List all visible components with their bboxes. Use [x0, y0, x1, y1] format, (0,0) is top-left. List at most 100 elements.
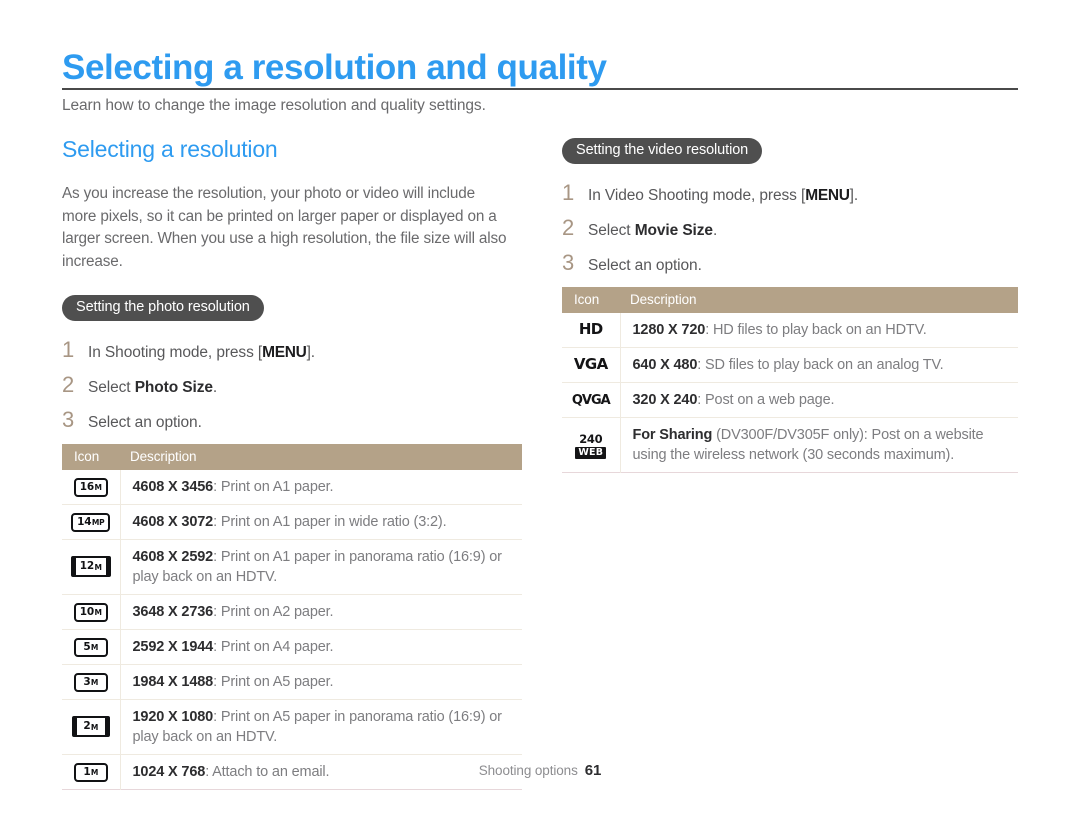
step-item: 1 In Video Shooting mode, press [MENU].	[562, 179, 1018, 205]
menu-button-key: MENU	[262, 343, 307, 361]
video-description-text: : HD files to play back on an HDTV.	[705, 321, 927, 338]
video-resolution-icon: HD	[578, 319, 603, 338]
resolution-icon-cell: 14 MP	[62, 504, 121, 540]
step-item: 3 Select an option.	[62, 406, 522, 432]
step-item: 3 Select an option.	[562, 249, 1018, 275]
table-row: VGA 640 X 480: SD files to play back on a…	[562, 347, 1018, 383]
step-emphasis: Photo Size	[134, 378, 213, 396]
for-sharing-web-icon: 240 WEB	[575, 432, 607, 460]
step-text-prefix: Select	[588, 221, 635, 239]
table-header-row: Icon Description	[62, 443, 522, 470]
video-resolution-value: 320 X 240	[632, 391, 698, 408]
step-emphasis: Movie Size	[634, 221, 713, 239]
column-header-description: Description	[120, 443, 522, 470]
pill-setting-the-photo-resolution: Setting the photo resolution	[62, 295, 264, 321]
left-column: Selecting a resolution As you increase t…	[62, 136, 522, 790]
resolution-icon-cell: 10 M	[62, 594, 121, 630]
table-row: 14 MP 4608 X 3072: Print on A1 paper in wi…	[62, 504, 522, 540]
table-row: QVGA 320 X 240: Post on a web page.	[562, 382, 1018, 418]
document-page: Selecting a resolution and quality Learn…	[0, 0, 1080, 815]
resolution-description-cell: 4608 X 2592: Print on A1 paper in panora…	[120, 539, 522, 595]
section-heading-selecting-a-resolution: Selecting a resolution	[62, 136, 278, 162]
column-header-icon: Icon	[562, 286, 620, 313]
video-resolution-value: For Sharing	[632, 426, 713, 443]
title-divider	[62, 88, 1018, 90]
footer-page-number: 61	[584, 762, 602, 779]
resolution-description-cell: 3648 X 2736: Print on A2 paper.	[120, 594, 522, 630]
video-resolution-value: 640 X 480	[632, 356, 698, 373]
photo-resolution-badge-icon: 12 M	[70, 556, 111, 578]
step-text: Select Movie Size.	[588, 222, 717, 240]
resolution-description-cell: 1984 X 1488: Print on A5 paper.	[120, 664, 522, 700]
badge-megapixel-value: 16	[79, 480, 94, 493]
column-header-icon: Icon	[62, 443, 120, 470]
badge-megapixel-unit: M	[94, 562, 102, 572]
resolution-value: 1984 X 1488	[132, 673, 214, 690]
video-resolution-icon-cell: VGA	[562, 347, 621, 383]
resolution-value: 4608 X 3456	[132, 478, 214, 495]
step-text: Select an option.	[88, 414, 202, 432]
badge-megapixel-value: 5	[83, 640, 91, 653]
table-row: 10 M 3648 X 2736: Print on A2 paper.	[62, 594, 522, 630]
badge-megapixel-value: 2	[83, 720, 91, 733]
table-row: 5 M 2592 X 1944: Print on A4 paper.	[62, 629, 522, 665]
badge-megapixel-value: 12	[79, 560, 94, 573]
resolution-icon-cell: 5M	[62, 629, 121, 665]
table-row: 240 WEB For Sharing (DV300F/DV305F only): …	[562, 417, 1018, 473]
step-text-prefix: Select an option.	[588, 256, 702, 274]
video-resolution-icon-cell: QVGA	[562, 382, 621, 418]
step-number: 3	[562, 249, 575, 275]
section-body-text: As you increase the resolution, your pho…	[62, 185, 507, 270]
page-intro-text: Learn how to change the image resolution…	[62, 97, 486, 114]
video-description-cell: 1280 X 720: HD files to play back on an …	[620, 312, 1018, 348]
badge-megapixel-unit: M	[90, 722, 99, 732]
resolution-description-cell: 1920 X 1080: Print on A5 paper in panora…	[120, 699, 522, 755]
resolution-description-text: : Print on A1 paper in wide ratio (3:2).	[213, 513, 447, 530]
badge-megapixel-unit: M	[90, 643, 99, 653]
step-number: 1	[562, 179, 575, 205]
step-text-suffix: ].	[306, 343, 316, 361]
badge-megapixel-value: 14	[77, 515, 92, 528]
resolution-icon-cell: 12 M	[62, 539, 121, 595]
table-row: 3 M 1984 X 1488: Print on A5 paper.	[62, 664, 522, 700]
step-number: 3	[62, 406, 75, 432]
step-text: Select Photo Size.	[88, 379, 217, 397]
photo-resolution-badge-icon: 14 MP	[71, 512, 111, 532]
video-description-cell: For Sharing (DV300F/DV305F only): Post o…	[620, 417, 1018, 472]
badge-megapixel-value: 3	[83, 675, 91, 688]
photo-resolution-steps: 1 In Shooting mode, press [MENU]. 2 Select …	[62, 338, 522, 432]
web-icon-resolution-label: 240	[579, 432, 603, 447]
step-text-prefix: In Video Shooting mode, press [	[588, 186, 806, 204]
resolution-value: 1920 X 1080	[132, 708, 214, 725]
video-resolution-icon: VGA	[573, 354, 608, 373]
step-number: 2	[562, 214, 575, 240]
resolution-description-text: : Print on A5 paper.	[213, 673, 334, 690]
resolution-icon-cell: 2M	[62, 699, 121, 755]
step-text-suffix: ].	[849, 186, 859, 204]
photo-resolution-badge-icon: 16 M	[73, 477, 108, 497]
step-number: 2	[62, 371, 75, 397]
resolution-description-cell: 4608 X 3456: Print on A1 paper.	[120, 469, 522, 505]
video-description-cell: 640 X 480: SD files to play back on an a…	[620, 347, 1018, 383]
resolution-value: 2592 X 1944	[132, 638, 214, 655]
step-text: Select an option.	[588, 257, 702, 275]
resolution-icon-cell: 3M	[62, 664, 121, 700]
photo-resolution-badge-icon: 10 M	[73, 602, 108, 622]
video-resolution-steps: 1 In Video Shooting mode, press [MENU]. 2 S…	[562, 179, 1018, 275]
table-row: HD 1280 X 720: HD files to play back on a…	[562, 312, 1018, 348]
resolution-description-cell: 4608 X 3072: Print on A1 paper in wide r…	[120, 504, 522, 540]
table-row: 16 M 4608 X 3456: Print on A1 paper.	[62, 469, 522, 505]
resolution-description-text: : Print on A1 paper.	[213, 478, 334, 495]
step-text: In Video Shooting mode, press [MENU].	[588, 187, 858, 205]
page-title: Selecting a resolution and quality	[62, 48, 607, 87]
resolution-description-text: : Print on A4 paper.	[213, 638, 334, 655]
photo-resolution-badge-icon: 2M	[71, 716, 110, 738]
footer-section-label: Shooting options	[478, 763, 578, 778]
photo-resolution-badge-icon: 3M	[73, 672, 108, 692]
video-resolution-value: 1280 X 720	[632, 321, 706, 338]
resolution-description-cell: 2592 X 1944: Print on A4 paper.	[120, 629, 522, 665]
step-item: 2 Select Photo Size.	[62, 371, 522, 397]
badge-megapixel-unit: M	[94, 483, 102, 493]
step-text: In Shooting mode, press [MENU].	[88, 344, 315, 362]
badge-megapixel-unit: M	[94, 608, 102, 618]
